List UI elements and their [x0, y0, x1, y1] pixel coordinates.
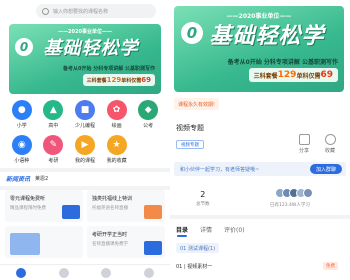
bottom-tab-bar	[0, 264, 170, 280]
category-my-courses[interactable]: ▶ 我的课程	[69, 133, 101, 168]
category-label: 我的收藏	[106, 158, 127, 164]
free-badge: 免费	[323, 262, 338, 270]
favorite-label: 收藏	[324, 148, 335, 154]
course-title: 视频专题	[176, 124, 204, 132]
home-screen: 输入你想要找的课程名称 ——2020事业单位—— 0 基础轻松学 备考从0开始 …	[0, 0, 170, 280]
banner-price-pill: 三科套餐 129 单科仅需 69	[82, 74, 155, 86]
promo-card[interactable]: 独类托福线上特训 托福英语名师直播	[87, 190, 165, 222]
detail-tabs: 目录 详情 评价(0)	[176, 225, 257, 237]
news-bar[interactable]: 新闻资讯 莱恩2	[6, 173, 48, 183]
card-title: 独类托福线上特训	[92, 196, 133, 202]
banner-subtitle: 备考从0开始 分科专项讲解 公基职测写作	[227, 59, 338, 66]
news-tag: 新闻资讯	[6, 175, 31, 183]
card-thumbnail	[62, 205, 80, 219]
favorite-icon	[324, 134, 336, 145]
course-detail-screen: ——2020事业单位—— 0 基础轻松学 备考从0开始 分科专项讲解 公基职测写…	[170, 0, 350, 280]
group-chat-text: 和小伙伴一起学习，有老师答疑哦~	[180, 166, 260, 173]
lesson-count: 2 总节数	[196, 190, 210, 207]
card-thumbnail	[144, 241, 162, 255]
category-label: 少儿编程	[74, 123, 95, 129]
card-thumbnail	[10, 233, 40, 255]
search-input[interactable]: 输入你想要找的课程名称	[36, 4, 156, 18]
tab-catalog[interactable]: 目录	[176, 225, 188, 237]
price-mid: 单科仅需	[296, 72, 321, 80]
price-single: 69	[320, 70, 333, 80]
category-kids-coding[interactable]: ■ 少儿编程	[69, 98, 101, 133]
group-chat-bar: 和小伙伴一起学习，有老师答疑哦~ 加入群聊	[174, 162, 346, 176]
category-postgrad[interactable]: ✎ 考研	[38, 133, 70, 168]
share-label: 分享	[298, 148, 309, 154]
section-divider	[170, 215, 350, 219]
lesson-count-label: 总节数	[196, 202, 210, 207]
palette-icon: ✿	[106, 100, 127, 120]
category-label: 我的课程	[74, 158, 95, 164]
pen-icon: ✎	[43, 135, 64, 155]
briefcase-icon: ◆	[138, 100, 159, 120]
price-prefix: 三科套餐	[86, 77, 107, 84]
card-thumbnail	[144, 205, 162, 219]
promo-card[interactable]	[5, 226, 83, 258]
learner-count-value	[270, 190, 310, 200]
search-placeholder: 输入你想要找的课程名称	[53, 8, 109, 15]
favorite-button[interactable]: 收藏	[320, 134, 340, 154]
price-prefix: 三科套餐	[253, 72, 278, 80]
validity-notice: 课程永久有效期!	[174, 98, 220, 110]
category-painting[interactable]: ✿ 绘画	[101, 98, 133, 133]
share-button[interactable]: 分享	[294, 134, 314, 154]
card-title: 考研开学正当时	[92, 232, 128, 238]
search-icon	[42, 7, 49, 15]
course-cover-banner: ——2020事业单位—— 0 基础轻松学 备考从0开始 分科专项讲解 公基职测写…	[174, 6, 344, 92]
lesson-count-value: 2	[200, 190, 206, 199]
tab-reviews[interactable]: 评价(0)	[224, 225, 245, 234]
course-icon[interactable]	[58, 267, 69, 278]
banner-headline: 基础轻松学	[209, 24, 325, 49]
category-label: 小语种	[14, 158, 30, 164]
promo-card[interactable]: 考研开学正当时 名师直播课免费学	[87, 226, 165, 258]
category-label: 小学	[16, 123, 27, 129]
home-icon[interactable]	[16, 267, 27, 278]
category-label: 高中	[48, 123, 59, 129]
promo-cards: 零元课程免费听 精品课程限时免费 独类托福线上特训 托福英语名师直播 考研开学正…	[5, 190, 165, 258]
lesson-row[interactable]: 01 | 视频素材一 免费	[176, 260, 342, 272]
code-icon: ■	[74, 100, 95, 120]
tab-details[interactable]: 详情	[200, 225, 212, 234]
category-label: 公考	[143, 123, 154, 129]
promo-card[interactable]: 零元课程免费听 精品课程限时免费	[5, 190, 83, 222]
banner-subtitle: 备考从0开始 分科专项讲解 公基职测写作	[63, 66, 155, 72]
card-title: 零元课程免费听	[10, 196, 46, 202]
study-icon[interactable]	[101, 267, 112, 278]
notice-text: 课程永久有效期!	[178, 101, 216, 108]
promo-banner[interactable]: ——2020事业单位—— 0 基础轻松学 备考从0开始 分科专项讲解 公基职测写…	[9, 24, 161, 94]
book-icon: ●	[11, 100, 32, 120]
category-label: 绘画	[111, 123, 122, 129]
globe-icon: ◉	[11, 135, 32, 155]
price-single: 69	[141, 76, 151, 84]
lesson-title: 01 | 视频素材一	[176, 263, 213, 270]
share-icon	[298, 134, 310, 145]
banner-headline: 基础轻松学	[43, 38, 139, 59]
learner-count-label: 已有123.4W人学习	[270, 203, 310, 208]
price-main: 129	[277, 70, 297, 80]
play-icon: ▶	[74, 135, 95, 155]
price-main: 129	[106, 76, 122, 84]
chapter-header[interactable]: 01 测试课程(1)	[176, 243, 220, 253]
category-my-favorites[interactable]: ★ 我的收藏	[101, 133, 133, 168]
category-primary-school[interactable]: ● 小学	[6, 98, 38, 133]
price-mid: 单科仅需	[121, 77, 142, 84]
section-divider	[0, 168, 170, 172]
course-type-tag: 视频专题	[176, 140, 204, 149]
join-group-button[interactable]: 加入群聊	[309, 164, 342, 174]
graduation-icon: ▲	[43, 100, 64, 120]
category-label: 考研	[48, 158, 59, 164]
learner-count: 已有123.4W人学习	[270, 190, 310, 208]
category-civil-exam[interactable]: ◆ 公考	[132, 98, 164, 133]
star-icon: ★	[106, 135, 127, 155]
category-grid: ● 小学 ▲ 高中 ■ 少儿编程 ✿ 绘画 ◆ 公考 ◉ 小语种 ✎ 考研 ▶	[6, 98, 164, 168]
news-title: 莱恩2	[35, 175, 49, 182]
banner-price-pill: 三科套餐 129 单科仅需 69	[248, 68, 338, 82]
category-high-school[interactable]: ▲ 高中	[38, 98, 70, 133]
profile-icon[interactable]	[143, 267, 154, 278]
category-minor-language[interactable]: ◉ 小语种	[6, 133, 38, 168]
